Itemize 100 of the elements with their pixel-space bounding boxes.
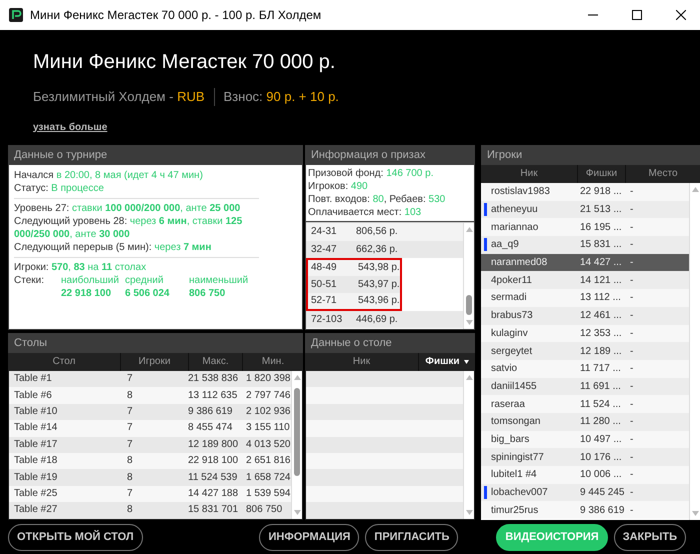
table-cell-text: Table #25 [13,488,58,500]
action-button[interactable]: ПРИГЛАСИТЬ [365,524,458,550]
scrollbar[interactable] [463,371,474,519]
sort-caret-icon [464,360,469,364]
table-cell-text: 7 [126,422,134,434]
column-header[interactable]: Место [626,165,700,183]
info-line: Следующий перерыв (5 мин): через 7 мин [14,241,212,254]
player-nick: lubitel1 #4 [490,468,538,482]
player-nick: big_bars [490,432,530,447]
player-row[interactable]: tomsongan 11 280 ... - [481,412,689,431]
player-row[interactable]: timur25rus 9 386 619 - [481,501,689,520]
table-cell-text: 8 [126,504,134,516]
scroll-down-icon[interactable] [294,510,300,515]
scroll-up-icon[interactable] [466,227,472,232]
player-row[interactable]: atheneyuu 21 513 ... - [481,200,689,218]
table-cell-text: 8 [126,390,134,402]
table-row[interactable]: Table #27 8 15 831 701 806 750 [9,502,291,519]
player-chips: 11 524 ... [578,396,626,412]
column-header[interactable]: Фишки [419,353,475,371]
player-row[interactable]: mariannao 16 195 ... - [481,218,689,236]
table-cell-text: 3 155 110 [245,422,290,434]
table-row[interactable]: Table #1 7 21 538 836 1 820 398 [9,371,291,388]
table-row[interactable]: Table #6 8 13 112 635 2 797 746 [9,387,291,404]
player-row[interactable]: 4poker11 14 121 ... - [481,271,689,290]
table-row[interactable]: Table #25 7 14 427 188 1 539 594 [9,486,291,502]
player-row[interactable]: aa_q9 15 831 ... - [481,236,689,254]
player-nick: 4poker11 [490,274,533,288]
stack-value: 22 918 100 [61,287,112,300]
scroll-down-icon[interactable] [466,320,472,325]
player-place: - [629,362,634,376]
scrollbar[interactable] [291,371,302,519]
scroll-thumb[interactable] [466,295,472,315]
app-logo-icon [9,8,23,22]
player-row[interactable]: big_bars 10 497 ... - [481,430,689,448]
table-row[interactable]: Table #14 7 8 455 474 3 155 110 [9,420,291,437]
action-button[interactable]: ЗАКРЫТЬ [614,524,686,550]
player-chips: 11 280 ... [578,414,626,430]
player-row[interactable]: rostislav1983 22 918 ... - [481,183,689,201]
scroll-up-icon[interactable] [692,187,698,192]
table-cell-text: 806 750 [245,504,282,516]
prize-amount: 662,36 р. [356,242,398,257]
table-cell-text: 1 820 398 [245,373,290,386]
player-place: - [629,185,634,200]
table-cell-text: 7 [126,488,134,500]
table-cell-text: 7 [126,438,134,451]
buy-in: Взнос: 90 р. + 10 р. [224,88,339,106]
close-icon[interactable] [676,10,686,20]
player-chips: 15 831 ... [578,237,626,252]
prize-info-line: Повт. входов: 80, Ребаев: 530 [308,193,446,206]
table-row[interactable]: Table #10 7 9 386 619 2 102 936 [9,404,291,420]
player-place: - [629,486,634,500]
table-cell-text: 1 658 724 [245,472,290,484]
player-row[interactable]: kulaginv 12 353 ... - [481,324,689,342]
player-nick: timur25rus [490,504,540,518]
player-row[interactable]: naranmed08 14 427 ... - [481,254,689,272]
scroll-up-icon[interactable] [466,375,472,380]
player-nick: sermadi [490,291,528,306]
scroll-thumb[interactable] [294,388,300,476]
action-button[interactable]: ИНФОРМАЦИЯ [259,524,360,550]
player-row[interactable]: lobachev007 9 445 245 - [481,484,689,502]
player-row[interactable]: lubitel1 #4 10 006 ... - [481,466,689,484]
table-cell-text: 8 455 474 [188,422,234,434]
prize-places: 50-51 [310,278,338,292]
player-row[interactable]: spiningist77 10 176 ... - [481,448,689,466]
player-place: - [629,203,634,218]
learn-more-link[interactable]: узнать больше [33,120,108,134]
player-place: - [629,220,634,235]
table-row[interactable]: Table #18 8 22 918 100 2 651 816 [9,452,291,470]
player-row[interactable]: raseraa 11 524 ... - [481,395,689,413]
player-row[interactable]: sergeytet 12 189 ... - [481,342,689,360]
panel-header: Столы [8,333,303,353]
player-row[interactable]: brabus73 12 461 ... - [481,306,689,324]
player-nick: sergeytet [490,344,534,359]
action-button[interactable]: ОТКРЫТЬ МОЙ СТОЛ [8,524,143,550]
scroll-up-icon[interactable] [294,375,300,380]
prize-info-line: Игроков: 490 [308,180,369,193]
scrollbar[interactable] [689,183,700,520]
player-place: - [629,309,634,324]
player-row[interactable]: satvio 11 717 ... - [481,360,689,378]
maximize-icon[interactable] [632,10,642,20]
table-cell-text: 8 [126,472,134,484]
prize-info-line: Оплачивается мест: 103 [308,206,422,219]
player-chips: 16 195 ... [578,220,626,235]
player-row[interactable]: daniil1455 11 691 ... - [481,378,689,396]
table-cell-text: 2 651 816 [245,455,290,468]
scroll-down-icon[interactable] [466,510,472,515]
table-row[interactable]: Table #19 8 11 524 539 1 658 724 [9,469,291,486]
player-row[interactable]: sermadi 13 112 ... - [481,289,689,307]
player-chips: 10 497 ... [578,432,626,447]
table-row[interactable]: Table #17 7 12 189 800 4 013 520 [9,436,291,453]
column-header[interactable]: Мин. [243,353,303,371]
table-cell-text: 15 831 701 [188,504,240,516]
table-cell-text: Table #6 [13,390,53,402]
player-chips: 12 189 ... [578,344,626,359]
scroll-down-icon[interactable] [692,511,698,516]
player-place: - [629,274,634,288]
game-type: Безлимитный Холдем - RUB [33,88,205,106]
player-place: - [629,256,634,270]
scrollbar[interactable] [463,223,474,329]
player-place: - [629,398,634,412]
